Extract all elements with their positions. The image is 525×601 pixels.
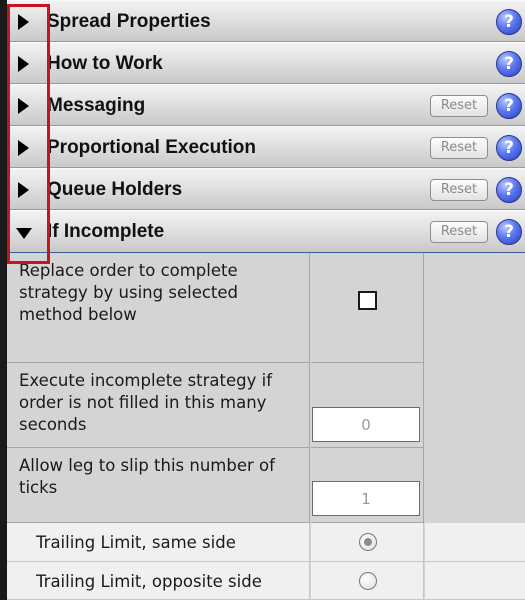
- triangle-right-icon[interactable]: [18, 182, 29, 198]
- section-proportional-execution[interactable]: Proportional Execution Reset ?: [7, 126, 525, 168]
- reset-button[interactable]: Reset: [430, 95, 488, 117]
- section-queue-holders[interactable]: Queue Holders Reset ?: [7, 168, 525, 210]
- empty-cell: [425, 523, 525, 562]
- replace-order-checkbox[interactable]: [358, 291, 377, 310]
- property-label: Execute incomplete strategy if order is …: [7, 363, 310, 448]
- empty-cell: [425, 363, 525, 448]
- ticks-input[interactable]: [312, 481, 420, 516]
- empty-cell: [425, 448, 525, 523]
- question-mark-icon[interactable]: ?: [496, 9, 522, 35]
- seconds-input[interactable]: [312, 407, 420, 442]
- reset-button[interactable]: Reset: [430, 179, 488, 201]
- triangle-right-icon[interactable]: [18, 56, 29, 72]
- reset-button[interactable]: Reset: [430, 221, 488, 243]
- strategy-properties-panel: Spread Properties ? How to Work ? Messag…: [0, 0, 525, 600]
- property-row-execute-incomplete: Execute incomplete strategy if order is …: [7, 363, 525, 448]
- option-control-cell: [311, 562, 424, 600]
- section-title: Proportional Execution: [47, 137, 257, 158]
- section-title: Queue Holders: [47, 179, 183, 200]
- property-control-cell: [311, 448, 424, 523]
- property-label: Allow leg to slip this number of ticks: [7, 448, 310, 523]
- question-mark-icon[interactable]: ?: [496, 51, 522, 77]
- section-messaging[interactable]: Messaging Reset ?: [7, 84, 525, 126]
- section-how-to-work[interactable]: How to Work ?: [7, 42, 525, 84]
- section-title: How to Work: [47, 53, 163, 74]
- property-row-replace-order: Replace order to complete strategy by us…: [7, 253, 525, 363]
- trailing-same-side-radio[interactable]: [359, 533, 377, 551]
- question-mark-icon[interactable]: ?: [496, 177, 522, 203]
- property-control-cell: [311, 253, 424, 363]
- question-mark-icon[interactable]: ?: [496, 135, 522, 161]
- trailing-opposite-side-radio[interactable]: [359, 572, 377, 590]
- section-title: If Incomplete: [47, 221, 165, 242]
- section-if-incomplete[interactable]: If Incomplete Reset ?: [7, 210, 525, 253]
- empty-cell: [425, 253, 525, 363]
- property-control-cell: [311, 363, 424, 448]
- triangle-right-icon[interactable]: [18, 98, 29, 114]
- question-mark-icon[interactable]: ?: [496, 219, 522, 245]
- option-row-trailing-same-side[interactable]: Trailing Limit, same side: [7, 523, 525, 562]
- option-label: Trailing Limit, opposite side: [7, 562, 310, 600]
- empty-cell: [425, 562, 525, 600]
- property-label: Replace order to complete strategy by us…: [7, 253, 310, 363]
- triangle-down-icon[interactable]: [16, 228, 32, 239]
- triangle-right-icon[interactable]: [18, 14, 29, 30]
- section-title: Messaging: [47, 95, 146, 116]
- triangle-right-icon[interactable]: [18, 140, 29, 156]
- property-row-slip-ticks: Allow leg to slip this number of ticks: [7, 448, 525, 523]
- section-title: Spread Properties: [47, 11, 211, 32]
- reset-button[interactable]: Reset: [430, 137, 488, 159]
- question-mark-icon[interactable]: ?: [496, 93, 522, 119]
- option-label: Trailing Limit, same side: [7, 523, 310, 562]
- option-control-cell: [311, 523, 424, 562]
- if-incomplete-body: Replace order to complete strategy by us…: [7, 253, 525, 600]
- option-row-trailing-opposite-side[interactable]: Trailing Limit, opposite side: [7, 562, 525, 600]
- section-spread-properties[interactable]: Spread Properties ?: [7, 0, 525, 42]
- left-edge-bar: [0, 0, 7, 600]
